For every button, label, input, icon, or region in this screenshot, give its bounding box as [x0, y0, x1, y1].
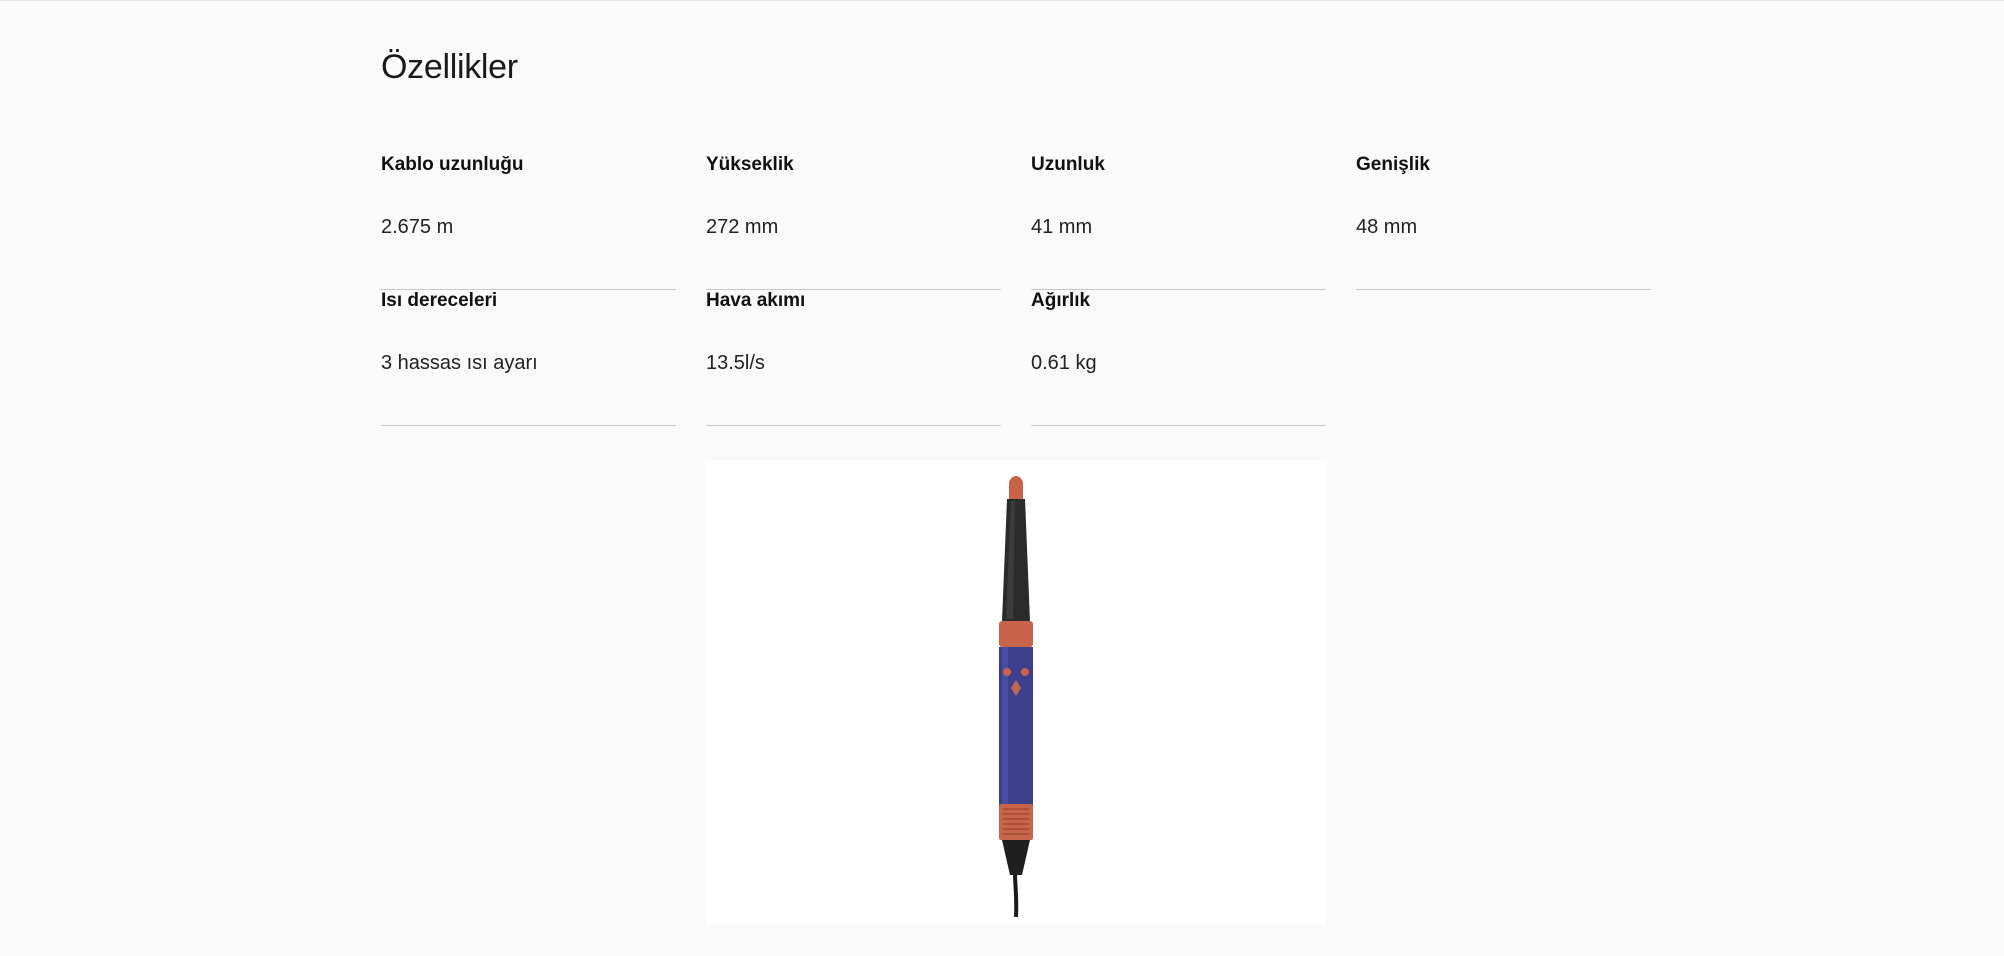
spec-item-airflow: Hava akımı 13.5l/s	[706, 290, 1001, 426]
spec-label: Ağırlık	[1031, 290, 1091, 311]
spec-label: Kablo uzunluğu	[381, 154, 524, 175]
top-divider	[0, 0, 2004, 1]
spec-item-weight: Ağırlık 0.61 kg	[1031, 290, 1326, 426]
spec-label: Isı dereceleri	[381, 290, 498, 311]
spec-value: 2.675 m	[381, 216, 454, 238]
spec-label: Hava akımı	[706, 290, 806, 311]
spec-value: 0.61 kg	[1031, 352, 1097, 374]
spec-grid: Kablo uzunluğu 2.675 m Yükseklik 272 mm …	[381, 154, 1651, 426]
spec-item-length: Uzunluk 41 mm	[1031, 154, 1326, 290]
spec-value: 48 mm	[1356, 216, 1418, 238]
spec-value: 41 mm	[1031, 216, 1093, 238]
section-title: Özellikler	[381, 48, 518, 86]
spec-item-width: Genişlik 48 mm	[1356, 154, 1651, 290]
spec-item-heat-settings: Isı dereceleri 3 hassas ısı ayarı	[381, 290, 676, 426]
spec-label: Uzunluk	[1031, 154, 1105, 175]
spec-item-height: Yükseklik 272 mm	[706, 154, 1001, 290]
spec-value: 13.5l/s	[706, 352, 765, 374]
spec-label: Genişlik	[1356, 154, 1430, 175]
product-image-frame	[706, 461, 1326, 924]
spec-label: Yükseklik	[706, 154, 794, 175]
spec-value: 3 hassas ısı ayarı	[381, 352, 538, 374]
spec-item-cable-length: Kablo uzunluğu 2.675 m	[381, 154, 676, 290]
hair-styler-product-image	[999, 476, 1033, 918]
spec-value: 272 mm	[706, 216, 779, 238]
